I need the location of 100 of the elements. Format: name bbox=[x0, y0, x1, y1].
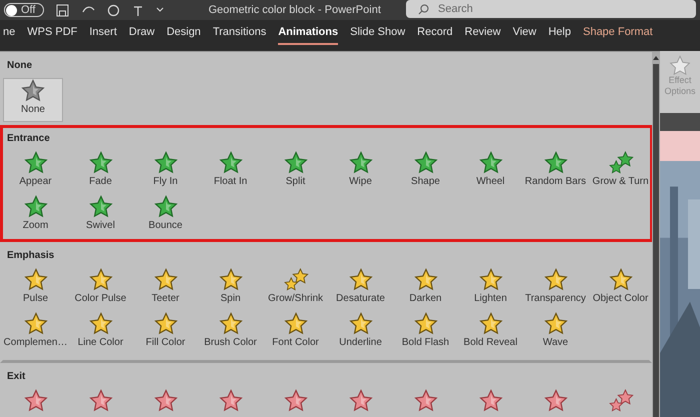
effect-item[interactable]: Fade bbox=[68, 151, 133, 191]
effect-item[interactable]: Underline bbox=[328, 312, 393, 352]
effect-item[interactable]: Wave bbox=[523, 312, 588, 352]
star-icon bbox=[414, 312, 438, 336]
ribbon-tab[interactable]: Review bbox=[464, 22, 501, 44]
star-icon bbox=[478, 268, 502, 292]
star-icon bbox=[348, 389, 372, 413]
section-title: None bbox=[6, 59, 33, 73]
chevron-icon[interactable] bbox=[156, 7, 164, 13]
star-icon bbox=[544, 389, 568, 413]
save-icon[interactable] bbox=[56, 4, 70, 16]
ribbon-tab[interactable]: Design bbox=[166, 22, 201, 44]
star-icon bbox=[24, 268, 48, 292]
star-icon bbox=[669, 55, 691, 75]
star-icon bbox=[478, 312, 502, 336]
star-icon bbox=[284, 389, 308, 413]
effect-item[interactable]: Wheel bbox=[458, 151, 523, 191]
window-title: Geometric color block - PowerPoint bbox=[208, 2, 381, 18]
star-icon bbox=[24, 195, 48, 219]
star-icon bbox=[154, 312, 178, 336]
star-icon bbox=[544, 312, 568, 336]
star-icon bbox=[154, 268, 178, 292]
effect-item[interactable]: Desaturate bbox=[328, 268, 393, 308]
effect-item[interactable]: Pulse bbox=[3, 268, 68, 308]
effect-item[interactable]: Lighten bbox=[458, 268, 523, 308]
section-title: Entrance bbox=[6, 132, 51, 146]
star-icon bbox=[544, 151, 568, 175]
stars-icon bbox=[608, 389, 634, 413]
effect-item[interactable]: Bold Flash bbox=[393, 312, 458, 352]
effect-item[interactable]: Teeter bbox=[133, 268, 198, 308]
effect-item[interactable]: Grow/Shrink bbox=[263, 268, 328, 308]
ribbon-tab[interactable]: Draw bbox=[128, 22, 155, 44]
ribbon-tab[interactable]: Insert bbox=[89, 22, 117, 44]
star-icon bbox=[24, 151, 48, 175]
star-icon bbox=[414, 268, 438, 292]
star-icon bbox=[284, 312, 308, 336]
slide-pane-header bbox=[660, 113, 700, 131]
effect-item[interactable]: Color Pulse bbox=[68, 268, 133, 308]
autosave-toggle[interactable]: Off bbox=[4, 3, 44, 17]
effect-item[interactable]: Split bbox=[263, 151, 328, 191]
ribbon-tab[interactable]: ne bbox=[3, 22, 16, 44]
star-icon bbox=[21, 79, 45, 103]
effect-item[interactable]: Zoom bbox=[3, 195, 68, 235]
slide-banner bbox=[660, 131, 700, 161]
ribbon-tab[interactable]: Slide Show bbox=[350, 22, 406, 44]
effect-item[interactable]: Bounce bbox=[133, 195, 198, 235]
effect-item[interactable]: Complemen… bbox=[3, 312, 68, 352]
star-icon bbox=[88, 268, 112, 292]
effect-item[interactable]: Object Color bbox=[588, 268, 652, 308]
effect-item[interactable]: Darken bbox=[393, 268, 458, 308]
ribbon-tab[interactable]: WPS PDF bbox=[27, 22, 78, 44]
stars-icon bbox=[282, 268, 308, 292]
search-field[interactable]: Search bbox=[406, 0, 696, 18]
effect-item[interactable]: None bbox=[3, 78, 63, 122]
effect-item[interactable]: Line Color bbox=[68, 312, 133, 352]
effect-item[interactable]: Swivel bbox=[68, 195, 133, 235]
star-icon bbox=[348, 151, 372, 175]
effect-item[interactable]: Float In bbox=[198, 151, 263, 191]
scrollbar[interactable] bbox=[652, 52, 660, 417]
star-icon bbox=[88, 312, 112, 336]
effect-item[interactable]: Appear bbox=[3, 151, 68, 191]
ribbon-tab[interactable]: Animations bbox=[278, 22, 338, 44]
circle-icon[interactable] bbox=[107, 4, 120, 16]
star-icon bbox=[218, 268, 242, 292]
ribbon-tab[interactable]: Shape Format bbox=[582, 22, 653, 44]
star-icon bbox=[414, 389, 438, 413]
star-icon bbox=[154, 151, 178, 175]
star-icon bbox=[88, 195, 112, 219]
stars-icon bbox=[608, 151, 634, 175]
effect-item[interactable]: Shape bbox=[393, 151, 458, 191]
section-title: Exit bbox=[6, 370, 26, 384]
effect-item[interactable]: Grow & Turn bbox=[588, 151, 652, 191]
effect-item[interactable]: Fill Color bbox=[133, 312, 198, 352]
star-icon bbox=[414, 151, 438, 175]
effect-item[interactable]: Spin bbox=[198, 268, 263, 308]
star-icon bbox=[24, 312, 48, 336]
star-icon bbox=[608, 268, 632, 292]
effect-item[interactable]: Font Color bbox=[263, 312, 328, 352]
effect-item[interactable]: Fly In bbox=[133, 151, 198, 191]
star-icon bbox=[218, 312, 242, 336]
ribbon-tab[interactable]: Record bbox=[417, 22, 453, 44]
star-icon bbox=[24, 389, 48, 413]
effect-item[interactable]: Brush Color bbox=[198, 312, 263, 352]
effect-item[interactable]: Transparency bbox=[523, 268, 588, 308]
star-icon bbox=[218, 389, 242, 413]
section-title: Emphasis bbox=[6, 249, 56, 263]
effect-item[interactable]: Wipe bbox=[328, 151, 393, 191]
star-icon bbox=[284, 151, 308, 175]
ribbon-tab[interactable]: Help bbox=[548, 22, 571, 44]
effect-item[interactable]: Random Bars bbox=[523, 151, 588, 191]
ribbon-tab[interactable]: Transitions bbox=[212, 22, 266, 44]
star-icon bbox=[348, 312, 372, 336]
effect-item[interactable]: Bold Reveal bbox=[458, 312, 523, 352]
star-icon bbox=[478, 389, 502, 413]
ribbon-tab[interactable]: View bbox=[512, 22, 536, 44]
star-icon bbox=[154, 195, 178, 219]
search-icon bbox=[418, 4, 429, 15]
star-icon bbox=[218, 151, 242, 175]
star-icon bbox=[478, 151, 502, 175]
star-icon bbox=[88, 151, 112, 175]
